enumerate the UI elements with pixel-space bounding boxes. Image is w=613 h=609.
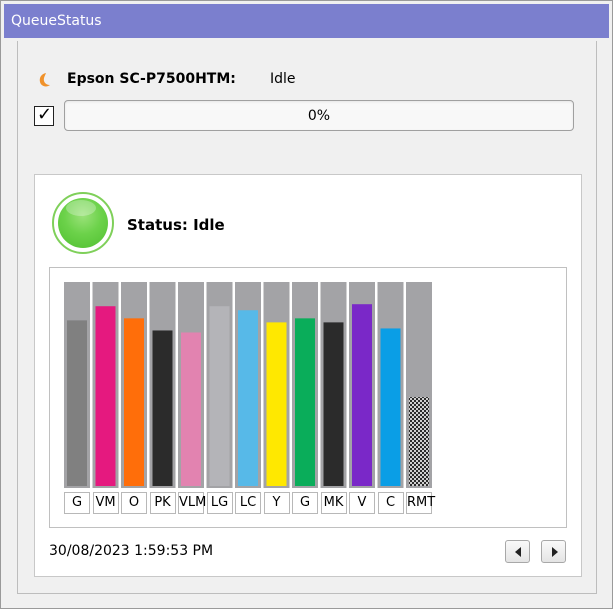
ink-label: VLM: [178, 492, 206, 514]
ink-level-bar: [238, 310, 258, 486]
moon-icon: [38, 72, 52, 88]
ink-label: MK: [320, 492, 347, 514]
next-button[interactable]: [541, 540, 566, 563]
status-panel: Status: Idle G VM O PK VLM LG LC Y G MK V C RMT 30/0…: [34, 174, 582, 577]
ink-level-bar: [295, 318, 315, 486]
ink-label: V: [349, 492, 375, 514]
ink-level-bar: [409, 397, 429, 486]
ink-level-bar: [181, 332, 201, 486]
ink-level-bar: [323, 322, 344, 486]
status-text: Status: Idle: [127, 216, 225, 234]
status-light-shine: [66, 200, 96, 216]
arrow-left-icon: [515, 547, 521, 557]
ink-level-bar: [209, 306, 230, 486]
ink-level-bar: [95, 306, 116, 486]
job-progress-bar: 0%: [64, 100, 574, 131]
ink-level-bar: [266, 322, 287, 486]
ink-levels-box: G VM O PK VLM LG LC Y G MK V C RMT: [49, 267, 567, 528]
title-bar[interactable]: QueueStatus: [4, 4, 609, 38]
timestamp: 30/08/2023 1:59:53 PM: [49, 543, 214, 559]
previous-button[interactable]: [505, 540, 530, 563]
window-title: QueueStatus: [11, 13, 102, 29]
client-area: Epson SC-P7500HTM: Idle ✓ 0% Status: Idl…: [17, 41, 597, 594]
progress-label: 0%: [307, 108, 331, 124]
ink-label: G: [292, 492, 318, 514]
ink-label: G: [64, 492, 90, 514]
arrow-right-icon: [552, 547, 558, 557]
ink-label: O: [121, 492, 147, 514]
ink-label: PK: [149, 492, 176, 514]
ink-level-bar: [124, 318, 144, 486]
ink-label: LC: [235, 492, 261, 514]
job-checkbox[interactable]: ✓: [34, 104, 54, 126]
status-light-icon: [52, 192, 114, 254]
printer-name: Epson SC-P7500HTM:: [67, 71, 236, 87]
ink-level-bar: [152, 330, 173, 486]
ink-levels-chart: [64, 282, 432, 488]
ink-label: RMT: [406, 492, 435, 514]
queue-status-window: QueueStatus Epson SC-P7500HTM: Idle ✓ 0%…: [0, 0, 613, 609]
ink-label: Y: [263, 492, 290, 514]
ink-label: C: [377, 492, 404, 514]
ink-level-bar: [380, 328, 401, 486]
printer-state: Idle: [270, 71, 296, 87]
ink-label: VM: [92, 492, 119, 514]
checkmark-icon: ✓: [37, 104, 53, 125]
ink-label: LG: [206, 492, 233, 514]
ink-level-bar: [67, 320, 87, 486]
ink-level-bar: [352, 304, 372, 486]
